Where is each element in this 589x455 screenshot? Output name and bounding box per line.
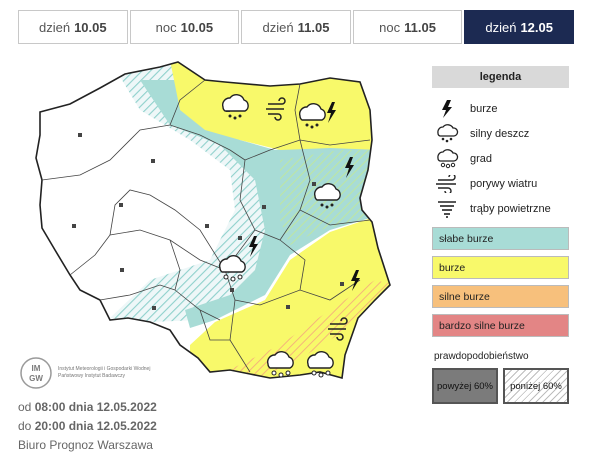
imgw-logo: IM GW Instytut Meteorologii i Gospodarki… [20, 357, 158, 389]
validity-to: do 20:00 dnia 12.05.2022 [18, 419, 157, 433]
tab-day-12-05[interactable]: dzień 12.05 [464, 10, 574, 44]
imgw-emblem: IM GW [20, 357, 52, 389]
legend-title: legenda [432, 66, 569, 88]
legend-weak-storms: słabe burze [432, 227, 569, 250]
heavy-rain-icon [434, 123, 460, 144]
probability-title: prawdopodobieństwo [434, 351, 529, 362]
lightning-icon [434, 99, 460, 119]
tornado-icon [434, 199, 460, 219]
legend-label: trąby powietrzne [470, 202, 551, 215]
legend-item-hail: grad [432, 146, 569, 171]
tab-date: 10.05 [180, 19, 214, 35]
legend-label: burze [470, 102, 498, 115]
probability-legend: powyżej 60% poniżej 60% [432, 368, 569, 404]
legend-item-heavy-rain: silny deszcz [432, 121, 569, 146]
probability-high: powyżej 60% [432, 368, 498, 404]
tab-day-11-05[interactable]: dzień 11.05 [241, 10, 351, 44]
validity-period: od 08:00 dnia 12.05.2022 do 20:00 dnia 1… [18, 398, 157, 455]
tab-prefix: dzień [485, 19, 517, 35]
wind-gust-icon [434, 174, 460, 194]
imgw-logo-text: Instytut Meteorologii i Gospodarki Wodne… [58, 366, 151, 379]
legend-item-tornado: trąby powietrzne [432, 196, 569, 221]
tab-date: 11.05 [404, 19, 436, 35]
legend-storms: burze [432, 256, 569, 279]
legend-strong-storms: silne burze [432, 285, 569, 308]
validity-from: od 08:00 dnia 12.05.2022 [18, 400, 157, 414]
legend-label: silny deszcz [470, 127, 530, 140]
svg-text:IM: IM [32, 364, 41, 373]
tab-date: 10.05 [74, 19, 107, 35]
hail-icon [434, 148, 460, 169]
legend-very-strong-storms: bardzo silne burze [432, 314, 569, 337]
legend-item-wind-gust: porywy wiatru [432, 171, 569, 196]
day-night-tabs: dzień 10.05 noc 10.05 dzień 11.05 noc 11.05 … [18, 10, 574, 44]
tab-night-11-05[interactable]: noc 11.05 [352, 10, 463, 44]
tab-date: 11.05 [297, 19, 330, 35]
forecast-map [35, 61, 391, 379]
tab-prefix: noc [155, 19, 177, 35]
tab-day-10-05[interactable]: dzień 10.05 [18, 10, 128, 44]
legend-panel: legenda burze silny deszcz grad porywy w… [432, 66, 569, 404]
tab-prefix: dzień [262, 19, 294, 35]
tab-prefix: dzień [38, 19, 71, 35]
svg-text:GW: GW [29, 374, 43, 383]
legend-item-lightning: burze [432, 96, 569, 121]
tab-date: 12.05 [520, 19, 553, 35]
forecast-office: Biuro Prognoz Warszawa [18, 438, 153, 452]
legend-label: porywy wiatru [470, 177, 538, 190]
tab-night-10-05[interactable]: noc 10.05 [129, 10, 240, 44]
tab-prefix: noc [379, 19, 401, 35]
probability-low: poniżej 60% [503, 368, 569, 404]
legend-label: grad [470, 152, 493, 165]
